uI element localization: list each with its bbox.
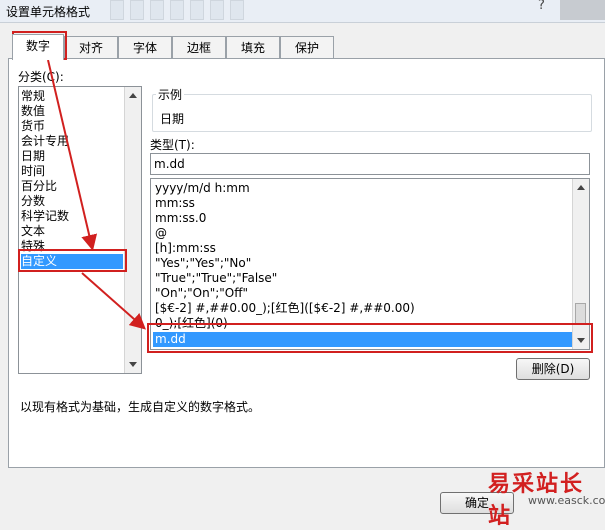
type-item[interactable]: "True";"True";"False" xyxy=(155,271,277,286)
type-item[interactable]: [h]:mm:ss xyxy=(155,241,216,256)
tab-border[interactable]: 边框 xyxy=(172,36,226,58)
category-item-time[interactable]: 时间 xyxy=(21,164,45,179)
type-item[interactable]: "On";"On";"Off" xyxy=(155,286,248,301)
type-list[interactable]: yyyy/m/d h:mm mm:ss mm:ss.0 @ [h]:mm:ss … xyxy=(150,178,590,350)
tab-fill[interactable]: 填充 xyxy=(226,36,280,58)
scroll-down-icon[interactable] xyxy=(129,362,137,367)
category-item-currency[interactable]: 货币 xyxy=(21,119,45,134)
category-item-percentage[interactable]: 百分比 xyxy=(21,179,57,194)
type-item[interactable]: "Yes";"Yes";"No" xyxy=(155,256,251,271)
category-item-special[interactable]: 特殊 xyxy=(21,239,45,254)
type-scrollbar[interactable] xyxy=(572,179,589,349)
category-list[interactable]: 常规 数值 货币 会计专用 日期 时间 百分比 分数 科学记数 文本 特殊 自定… xyxy=(18,86,142,374)
scroll-thumb[interactable] xyxy=(575,303,586,325)
scroll-up-icon[interactable] xyxy=(129,93,137,98)
type-item[interactable]: [$€-2] #,##0.00_);[红色]([$€-2] #,##0.00) xyxy=(155,301,415,316)
category-item-accounting[interactable]: 会计专用 xyxy=(21,134,69,149)
description-text: 以现有格式为基础，生成自定义的数字格式。 xyxy=(20,400,261,414)
type-input[interactable]: m.dd xyxy=(150,153,590,175)
sample-group xyxy=(152,94,592,132)
type-item[interactable]: yyyy/m/d h:mm xyxy=(155,181,250,196)
sample-value: 日期 xyxy=(160,112,185,126)
sample-label: 示例 xyxy=(156,86,185,103)
watermark-url: www.easck.com xyxy=(528,494,605,507)
tab-alignment[interactable]: 对齐 xyxy=(64,36,118,58)
tab-protection[interactable]: 保护 xyxy=(280,36,334,58)
close-button[interactable] xyxy=(560,0,605,20)
tab-font[interactable]: 字体 xyxy=(118,36,172,58)
category-item-date[interactable]: 日期 xyxy=(21,149,45,164)
category-item-fraction[interactable]: 分数 xyxy=(21,194,45,209)
delete-button[interactable]: 删除(D) xyxy=(516,358,590,380)
scroll-up-icon[interactable] xyxy=(577,185,585,190)
category-item-text[interactable]: 文本 xyxy=(21,224,45,239)
scroll-down-icon[interactable] xyxy=(577,338,585,343)
help-icon[interactable]: ? xyxy=(538,0,545,13)
type-label: 类型(T): xyxy=(150,138,195,152)
category-item-custom[interactable]: 自定义 xyxy=(21,254,123,269)
type-item[interactable]: 0_);[红色](0) xyxy=(155,316,228,331)
category-item-scientific[interactable]: 科学记数 xyxy=(21,209,69,224)
type-item-selected[interactable]: m.dd xyxy=(153,332,573,347)
background-sheet-strip xyxy=(110,0,310,20)
category-item-general[interactable]: 常规 xyxy=(21,89,45,104)
category-label: 分类(C): xyxy=(18,70,64,84)
title-bar: 设置单元格格式 ? xyxy=(0,0,605,23)
type-item[interactable]: mm:ss xyxy=(155,196,195,211)
watermark: 易采站长站 www.easck.com xyxy=(488,466,605,530)
type-item[interactable]: @ xyxy=(155,226,167,241)
category-scrollbar[interactable] xyxy=(124,87,141,373)
tab-number[interactable]: 数字 xyxy=(12,34,64,60)
category-item-number[interactable]: 数值 xyxy=(21,104,45,119)
type-item[interactable]: mm:ss.0 xyxy=(155,211,206,226)
dialog-title: 设置单元格格式 xyxy=(6,5,91,19)
